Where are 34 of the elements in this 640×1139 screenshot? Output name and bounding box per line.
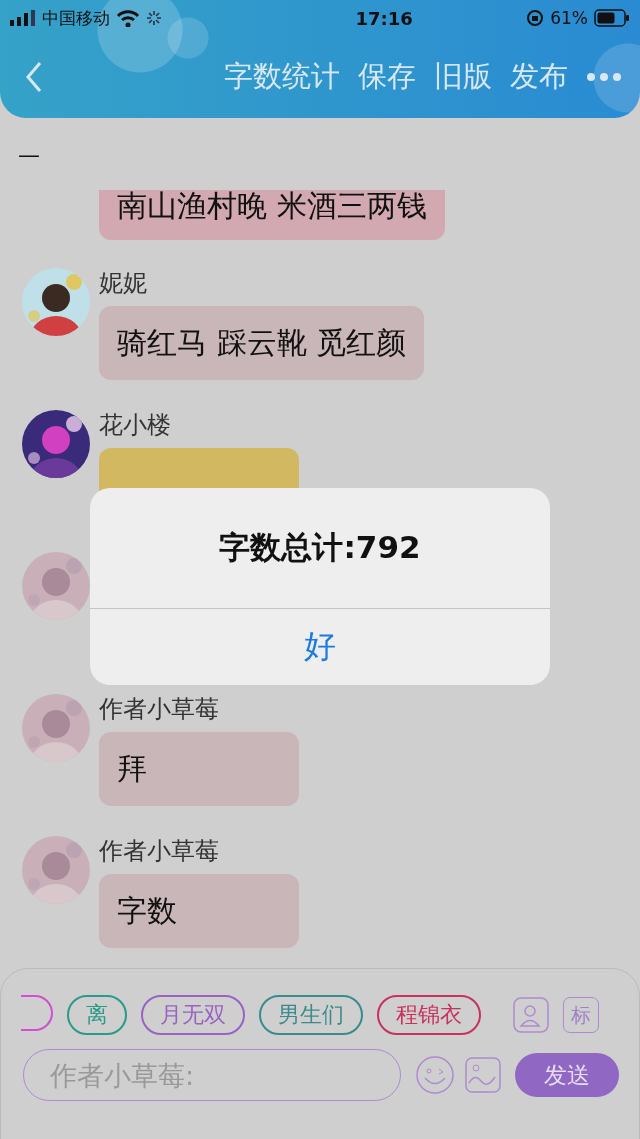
- wifi-icon: [116, 9, 140, 27]
- sender-name: 作者小草莓: [99, 836, 219, 866]
- emoji-icon[interactable]: [415, 1055, 455, 1095]
- nav-action[interactable]: 旧版: [434, 57, 492, 97]
- message-bubble: 字数: [99, 874, 299, 948]
- nav-action[interactable]: 发布: [510, 57, 568, 97]
- sender-name: 花小楼: [99, 410, 171, 440]
- message-bubble: 南山渔村晚 米酒三两钱: [99, 190, 445, 240]
- image-icon[interactable]: [465, 1057, 501, 1093]
- carrier-name: 中国移动: [42, 6, 110, 30]
- signal-icon: [10, 10, 36, 26]
- dialog-message: 字数总计:792: [90, 488, 550, 609]
- tag-button[interactable]: 标: [563, 997, 599, 1033]
- tag-chip[interactable]: 程锦衣: [377, 995, 481, 1035]
- message-bubble: 拜: [99, 732, 299, 806]
- sender-name: 作者小草莓: [99, 694, 219, 724]
- battery-percent: 61%: [550, 8, 588, 28]
- back-icon[interactable]: [24, 61, 44, 93]
- sender-name: 妮妮: [99, 268, 147, 298]
- tag-chip[interactable]: 男生们: [259, 995, 363, 1035]
- message-bubble: 骑红马 踩云靴 觅红颜: [99, 306, 425, 380]
- nav-action[interactable]: 保存: [358, 57, 416, 97]
- rotation-lock-icon: [526, 9, 545, 27]
- nav-action[interactable]: 字数统计: [224, 57, 340, 97]
- more-icon[interactable]: [586, 72, 622, 82]
- tag-chip[interactable]: 离: [67, 995, 127, 1035]
- clock-time: 17:16: [354, 7, 413, 29]
- loading-icon: [146, 10, 162, 26]
- battery-icon: [594, 9, 630, 27]
- contact-icon[interactable]: [513, 997, 549, 1033]
- tag-chip[interactable]: 月无双: [141, 995, 245, 1035]
- send-button[interactable]: 发送: [515, 1053, 619, 1097]
- dash-text: —: [17, 140, 41, 169]
- ok-button[interactable]: 好: [90, 609, 550, 685]
